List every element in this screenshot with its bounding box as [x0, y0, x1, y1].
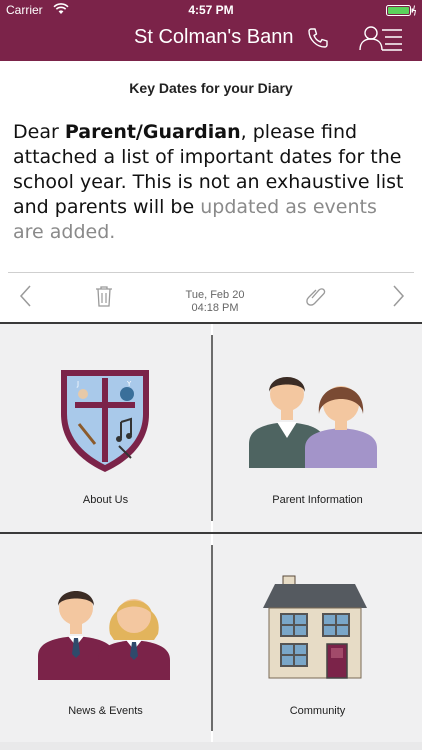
- app-header: Carrier 4:57 PM St Colman's Bann: [0, 0, 422, 61]
- tile-community[interactable]: Community: [213, 534, 422, 742]
- message-title: Key Dates for your Diary: [129, 80, 293, 96]
- tile-about-us[interactable]: J Y About Us: [0, 324, 211, 532]
- svg-text:J: J: [76, 380, 79, 388]
- tile-parent-information[interactable]: Parent Information: [213, 324, 422, 532]
- parents-icon: [249, 377, 377, 468]
- school-crest-icon: J Y: [61, 370, 149, 472]
- chevron-right-icon[interactable]: [386, 284, 410, 308]
- tile-label: About Us: [82, 494, 129, 506]
- message-date-day: Tue, Feb 20: [185, 289, 245, 301]
- page-title: St Colman's Bann: [134, 26, 294, 48]
- chevron-left-icon[interactable]: [14, 284, 38, 308]
- message-toolbar: Tue, Feb 20 04:18 PM: [0, 276, 422, 320]
- tile-news-events[interactable]: News & Events: [0, 534, 211, 742]
- phone-icon[interactable]: [306, 26, 330, 50]
- house-icon: [263, 575, 367, 679]
- message-greeting-bold: Parent/Guardian: [64, 121, 241, 143]
- tile-label: Parent Information: [272, 494, 363, 506]
- svg-text:Y: Y: [126, 380, 132, 388]
- message-date-time: 04:18 PM: [191, 302, 239, 314]
- divider: [8, 272, 414, 273]
- trash-icon[interactable]: [92, 284, 116, 308]
- message-body[interactable]: Dear Parent/Guardian, please find attach…: [13, 120, 413, 245]
- profile-menu-icon[interactable]: [358, 24, 404, 52]
- students-icon: [38, 591, 170, 680]
- paperclip-icon[interactable]: [304, 284, 328, 308]
- status-time: 4:57 PM: [188, 3, 234, 17]
- message-date: Tue, Feb 20 04:18 PM: [160, 289, 270, 315]
- grid-bottom-edge: [0, 742, 422, 750]
- tile-label: Community: [289, 705, 346, 717]
- tile-label: News & Events: [68, 705, 143, 717]
- status-bar: Carrier 4:57 PM: [0, 0, 422, 22]
- message-greeting: Dear: [13, 121, 65, 143]
- battery-icon: [386, 5, 416, 16]
